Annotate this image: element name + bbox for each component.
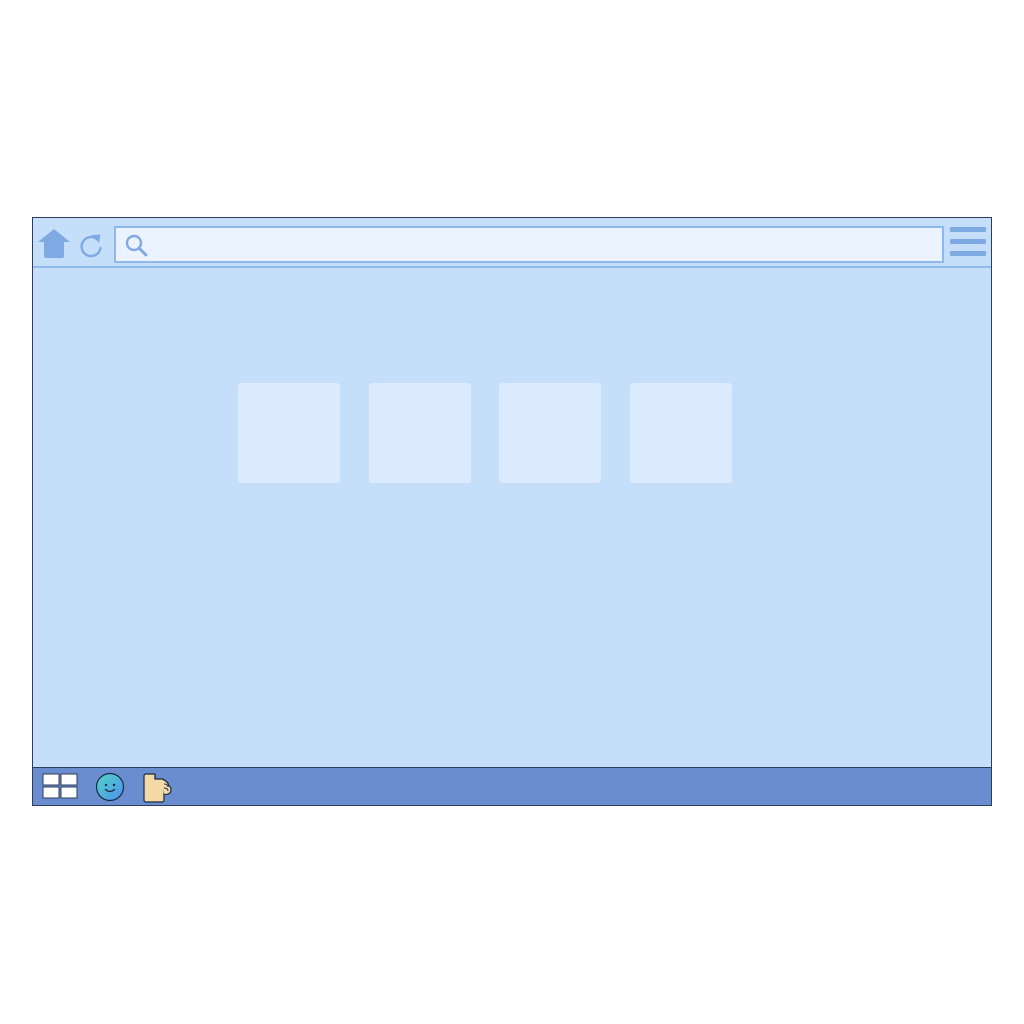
desktop-screen (32, 217, 992, 806)
shortcut-tile[interactable] (630, 383, 732, 483)
shortcut-tile[interactable] (369, 383, 471, 483)
browser-content (33, 268, 991, 767)
start-button[interactable] (42, 773, 78, 800)
files-app-button[interactable] (141, 771, 174, 804)
shortcut-tiles (238, 383, 738, 483)
start-grid-icon (42, 773, 78, 799)
shortcut-tile[interactable] (499, 383, 601, 483)
browser-app-button[interactable] (95, 772, 125, 802)
shortcut-tile[interactable] (238, 383, 340, 483)
search-icon (125, 234, 148, 257)
smiley-globe-icon (95, 772, 125, 802)
reload-icon (80, 234, 102, 258)
menu-button[interactable] (950, 227, 986, 257)
hamburger-menu-icon (950, 227, 986, 256)
search-bar (114, 226, 944, 263)
taskbar (33, 767, 991, 805)
search-input[interactable] (156, 228, 936, 261)
reload-button[interactable] (78, 231, 104, 259)
home-icon (38, 229, 70, 258)
home-button[interactable] (37, 228, 71, 260)
folder-hand-icon (143, 773, 172, 803)
browser-toolbar (33, 218, 991, 268)
